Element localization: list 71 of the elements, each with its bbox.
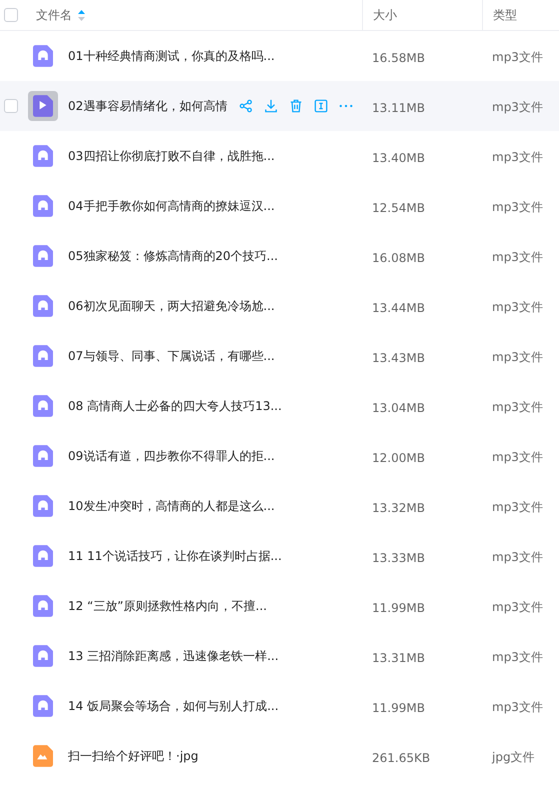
headphones-file-icon [33,395,53,417]
file-size: 11.99MB [371,700,425,714]
file-type: mp3文件 [491,250,543,264]
file-size: 12.00MB [371,450,425,464]
file-row[interactable]: 02遇事容易情绪化，如何高情 13.11MB mp3文件 [0,81,559,131]
column-header[interactable]: 类型 [493,6,517,24]
file-size: 13.32MB [371,500,425,514]
row-checkbox[interactable] [4,99,18,113]
file-size: 11.99MB [371,600,425,614]
sort-icon[interactable] [78,10,85,20]
delete-icon[interactable] [289,99,304,113]
file-type: mp3文件 [491,450,543,464]
file-type: mp3文件 [491,100,543,114]
file-type: mp3文件 [491,200,543,214]
download-icon[interactable] [264,99,278,113]
file-type: mp3文件 [491,550,543,564]
headphones-file-icon [33,45,53,67]
headphones-file-icon [33,595,53,617]
headphones-file-icon [33,545,53,567]
file-type: mp3文件 [491,500,543,514]
file-name[interactable]: 07与领导、同事、下属说话，有哪些... [68,348,275,364]
file-type: mp3文件 [491,50,543,64]
headphones-file-icon [33,295,53,317]
file-name[interactable]: 03四招让你彻底打败不自律，战胜拖... [68,148,275,164]
file-name[interactable]: 13 三招消除距离感，迅速像老铁一样... [68,648,279,664]
play-file-icon [33,95,53,117]
file-name[interactable]: 02遇事容易情绪化，如何高情 [68,98,228,114]
headphones-file-icon [33,245,53,267]
file-name[interactable]: 01十种经典情商测试，你真的及格吗... [68,48,275,64]
file-size: 13.40MB [371,150,425,164]
rename-icon[interactable] [314,99,328,113]
file-size: 13.11MB [371,100,425,114]
column-header[interactable]: 大小 [373,6,397,24]
file-type: mp3文件 [491,400,543,414]
file-name[interactable]: 06初次见面聊天，两大招避免冷场尬... [68,298,275,314]
file-type: jpg文件 [490,750,535,764]
file-type: mp3文件 [491,650,543,664]
file-size: 13.44MB [371,300,425,314]
file-name[interactable]: 08 高情商人士必备的四大夸人技巧13... [68,398,282,414]
file-name[interactable]: 04手把手教你如何高情商的撩妹逗汉... [68,198,275,214]
file-name[interactable]: 11 11个说话技巧，让你在谈判时占据... [68,548,282,564]
file-name[interactable]: 14 饭局聚会等场合，如何与别人打成... [68,698,279,714]
select-all-checkbox[interactable] [4,8,18,22]
column-header[interactable]: 文件名 [36,6,72,24]
headphones-file-icon [33,145,53,167]
headphones-file-icon [33,695,53,717]
image-file-icon [33,745,53,767]
headphones-file-icon [33,195,53,217]
file-size: 13.31MB [371,650,425,664]
file-type: mp3文件 [491,300,543,314]
file-type: mp3文件 [491,700,543,714]
file-name[interactable]: 10发生冲突时，高情商的人都是这么... [68,498,275,514]
file-size: 13.04MB [371,400,425,414]
file-size: 16.58MB [371,50,425,64]
file-name[interactable]: 05独家秘笈：修炼高情商的20个技巧... [68,248,278,264]
headphones-file-icon [33,645,53,667]
share-icon[interactable] [239,99,254,113]
file-size: 16.08MB [371,250,425,264]
headphones-file-icon [33,495,53,517]
file-type: mp3文件 [491,350,543,364]
file-name[interactable]: 扫一扫给个好评吧！·jpg [68,748,198,764]
file-name[interactable]: 09说话有道，四步教你不得罪人的拒... [68,448,275,464]
file-size: 13.43MB [371,350,425,364]
headphones-file-icon [33,445,53,467]
file-size: 13.33MB [371,550,425,564]
headphones-file-icon [33,345,53,367]
file-size: 261.65KB [371,750,430,764]
file-name[interactable]: 12 “三放”原则拯救性格内向，不擅... [68,598,267,614]
file-size: 12.54MB [371,200,425,214]
file-type: mp3文件 [491,600,543,614]
file-type: mp3文件 [491,150,543,164]
